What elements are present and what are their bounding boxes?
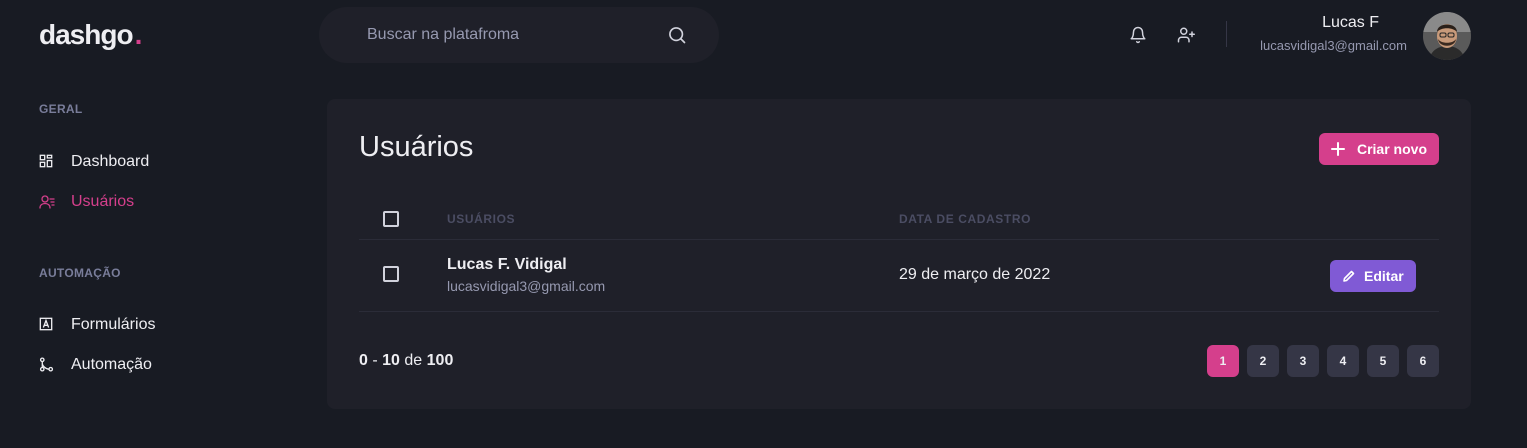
create-new-button[interactable]: Criar novo [1318,133,1439,165]
users-icon [39,194,55,210]
page-title: Usuários [359,131,474,163]
pagination-info: 0 - 10 de 100 [359,352,454,369]
git-merge-icon [39,357,55,373]
create-new-label: Criar novo [1356,141,1427,157]
edit-button[interactable]: Editar [1330,260,1416,292]
avatar[interactable] [1423,12,1471,60]
sidebar-item-label: Usuários [71,193,135,210]
sidebar-item-formularios[interactable]: Formulários [39,316,155,334]
sidebar-item-usuarios[interactable]: Usuários [39,193,134,211]
user-info: Lucas F lucasvidigal3@gmail.com [1260,14,1407,53]
pencil-icon [1342,269,1356,283]
page-button-2[interactable]: 2 [1247,345,1279,377]
sidebar-item-label: Dashboard [71,153,150,170]
sidebar-item-label: Automação [71,356,152,373]
header-divider [1226,21,1227,47]
page-button-3[interactable]: 3 [1287,345,1319,377]
sidebar-section-geral: GERAL [39,102,83,116]
user-row-name: Lucas F. Vidigal [447,256,567,273]
row-checkbox[interactable] [383,266,399,282]
logo[interactable]: dashgo. [39,19,142,51]
bell-icon[interactable] [1129,26,1147,44]
table-divider [359,311,1439,312]
user-row-date: 29 de março de 2022 [899,266,1051,283]
sidebar-item-automacao[interactable]: Automação [39,356,152,374]
column-header-data-cadastro: DATA DE CADASTRO [899,212,1032,226]
search-icon[interactable] [667,25,687,45]
edit-label: Editar [1364,268,1404,284]
user-row-email: lucasvidigal3@gmail.com [447,278,606,294]
sidebar-section-automacao: AUTOMAÇÃO [39,266,121,280]
page-button-5[interactable]: 5 [1367,345,1399,377]
user-email: lucasvidigal3@gmail.com [1260,38,1407,53]
sidebar-item-label: Formulários [71,316,156,333]
search-input[interactable] [367,26,667,44]
page-button-6[interactable]: 6 [1407,345,1439,377]
sidebar-item-dashboard[interactable]: Dashboard [39,153,149,171]
page-button-4[interactable]: 4 [1327,345,1359,377]
pagination: 1 2 3 4 5 6 [1207,345,1439,377]
user-name: Lucas F [1322,14,1379,31]
users-card: Usuários Criar novo USUÁRIOS DATA DE CAD… [327,99,1471,409]
column-header-usuarios: USUÁRIOS [447,212,516,226]
table-divider [359,239,1439,240]
page-button-1[interactable]: 1 [1207,345,1239,377]
search-bar [319,7,719,63]
form-icon [39,317,55,333]
select-all-checkbox[interactable] [383,211,399,227]
plus-icon [1330,142,1345,156]
user-add-icon[interactable] [1177,26,1195,44]
dashboard-icon [39,154,55,170]
